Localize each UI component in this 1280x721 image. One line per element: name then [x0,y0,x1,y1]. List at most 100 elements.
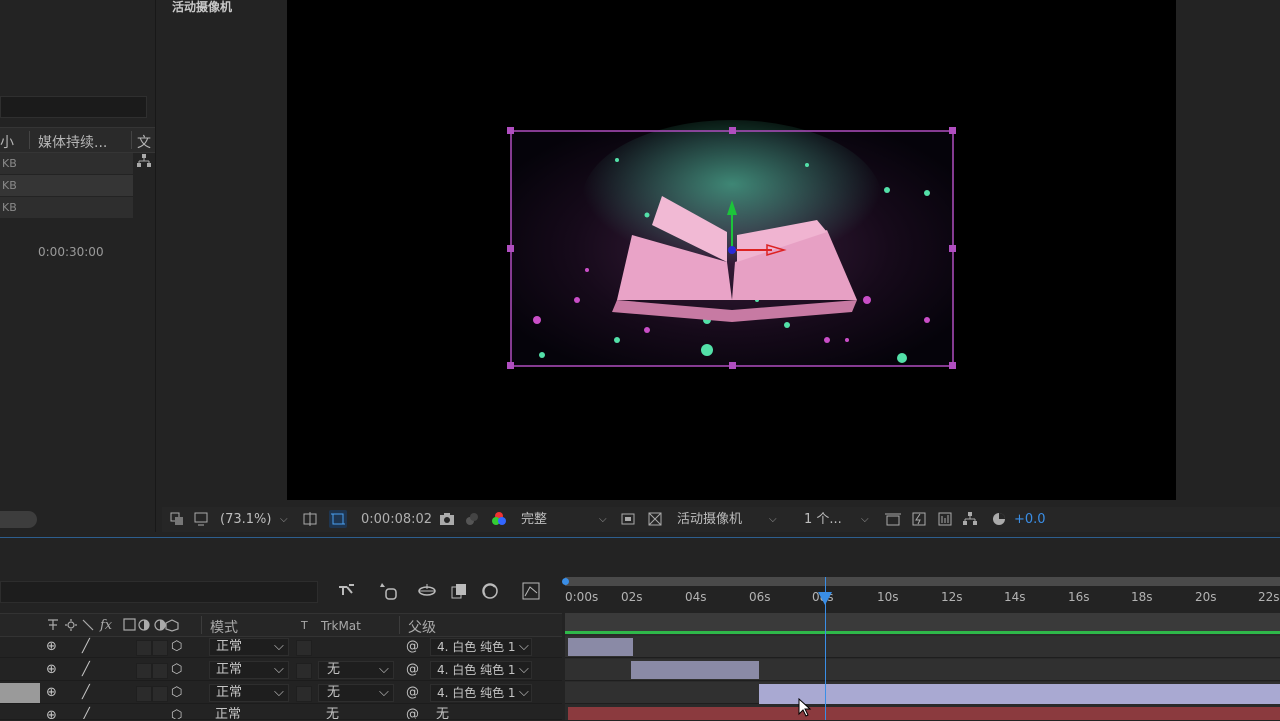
region-of-interest-icon[interactable] [329,510,347,528]
quality-switch-icon[interactable]: ╱ [82,636,90,658]
preserve-transparency-toggle[interactable] [296,686,312,702]
layer-row[interactable]: ⊕ ╱ ⬡ 正常 无 @ 无 [0,705,562,720]
layer-label-color[interactable] [0,683,40,703]
quality-switch-icon[interactable]: ╱ [82,659,90,681]
zoom-dropdown[interactable]: (73.1%) [220,507,271,532]
reset-exposure-icon[interactable] [992,512,1006,526]
work-area-bar[interactable] [565,577,1280,586]
show-snapshot-icon[interactable] [465,512,479,526]
fx-switch[interactable] [136,686,152,702]
quality-switch-icon[interactable]: ╱ [82,705,90,719]
column-media-duration[interactable]: 媒体持续... [38,132,107,152]
flowchart-icon[interactable] [137,154,151,168]
preserve-transparency-toggle[interactable] [296,640,312,656]
parent-value[interactable]: 无 [436,705,449,719]
exposure-value[interactable]: +0.0 [1014,507,1046,532]
fit-icon[interactable] [302,512,317,526]
layer-clip-selected[interactable] [759,684,1280,704]
toggle-pixel-icon[interactable] [885,512,901,526]
preserve-transparency-toggle[interactable] [296,663,312,679]
3d-layer-icon[interactable]: ⬡ [171,636,182,658]
parent-dropdown[interactable]: 4. 白色 纯色 1 ⌵ [430,684,532,702]
chevron-down-icon[interactable]: ⌵ [599,507,607,532]
current-time[interactable]: 0:00:08:02 [361,507,432,532]
composition-canvas[interactable] [287,0,1176,500]
camera-icon[interactable] [439,512,454,526]
fast-render-icon[interactable] [912,512,926,526]
resolution-dropdown[interactable]: 完整 [521,507,547,532]
work-area-start-handle[interactable] [562,578,569,585]
layer-clip[interactable] [631,661,759,679]
camera-view-dropdown[interactable]: 活动摄像机 [677,507,742,532]
t-column-header[interactable]: T [301,619,308,632]
project-row[interactable]: KB [0,175,133,196]
layer-clip[interactable] [568,638,633,656]
trkmat-column-header[interactable]: TrkMat [321,619,361,633]
chevron-down-icon[interactable]: ⌵ [280,507,288,532]
quality-switch-icon[interactable]: ╱ [82,682,90,704]
monitor-icon[interactable] [194,512,208,526]
parent-column-header[interactable]: 父级 [408,617,436,637]
parent-dropdown[interactable]: 4. 白色 纯色 1 ⌵ [430,661,532,679]
shy-switch-icon[interactable]: ⊕ [46,705,57,719]
motion-blur-icon[interactable] [481,583,499,599]
motion-blur-switch[interactable] [152,640,168,656]
trkmat-value[interactable]: 无 [326,705,339,719]
pickwhip-icon[interactable]: @ [406,636,419,658]
fx-switch[interactable] [136,663,152,679]
mode-column-header[interactable]: 模式 [210,617,238,637]
pickwhip-icon[interactable]: @ [406,659,419,681]
graph-editor-icon[interactable] [522,582,540,600]
view-layout-dropdown[interactable]: 1 个... [804,507,842,532]
comp-flowchart-icon[interactable] [963,512,977,526]
blend-mode-dropdown[interactable]: 正常 ⌵ [209,684,289,702]
shy-switch-icon[interactable]: ⊕ [46,636,57,658]
layer-row[interactable]: ⊕ ╱ ⬡ 正常 ⌵ 无 ⌵ @ 4. 白色 纯色 1 ⌵ [0,659,562,681]
frame-blending-icon[interactable] [451,583,467,599]
switches-icon-group: fx [46,618,186,633]
project-row[interactable]: KB [0,197,133,218]
blend-mode-value: 正常 [216,662,243,677]
color-channels-icon[interactable] [492,512,506,526]
motion-blur-switch[interactable] [152,686,168,702]
layer-row[interactable]: ⊕ ╱ ⬡ 正常 ⌵ 无 ⌵ @ 4. 白色 纯色 1 ⌵ [0,682,562,704]
shy-switch-icon[interactable]: ⊕ [46,682,57,704]
grid-icon[interactable] [170,512,184,526]
layer-row[interactable]: ⊕ ╱ ⬡ 正常 ⌵ @ 4. 白色 纯色 1 ⌵ [0,636,562,658]
shy-layers-icon[interactable] [418,583,436,599]
composition-mini-flowchart-icon[interactable] [338,583,356,599]
column-file[interactable]: 文 [137,132,151,152]
timeline-search-input[interactable] [0,581,318,603]
3d-layer-icon[interactable]: ⬡ [171,705,182,719]
blend-mode-value[interactable]: 正常 [215,705,241,719]
chevron-down-icon[interactable]: ⌵ [861,507,869,532]
parent-dropdown[interactable]: 4. 白色 纯色 1 ⌵ [430,638,532,656]
timeline-icon[interactable] [938,512,952,526]
work-area-row[interactable] [565,613,1280,631]
blend-mode-dropdown[interactable]: 正常 ⌵ [209,661,289,679]
project-search-input[interactable] [0,96,147,118]
trkmat-dropdown[interactable]: 无 ⌵ [318,684,394,702]
3d-layer-icon[interactable]: ⬡ [171,682,182,704]
draft-3d-icon[interactable] [378,581,398,601]
chevron-down-icon: ⌵ [274,662,284,677]
blend-mode-dropdown[interactable]: 正常 ⌵ [209,638,289,656]
layer-clip-red[interactable] [568,707,1280,720]
chevron-down-icon[interactable]: ⌵ [769,507,777,532]
mouse-cursor-icon [798,697,812,718]
project-row[interactable]: KB [0,153,133,174]
chevron-down-icon: ⌵ [274,685,284,700]
trkmat-dropdown[interactable]: 无 ⌵ [318,661,394,679]
transparency-grid-icon[interactable] [648,512,662,526]
pickwhip-icon[interactable]: @ [406,705,419,719]
column-size[interactable]: 小 [0,132,14,152]
project-scrollbar[interactable] [0,511,37,528]
shy-switch-icon[interactable]: ⊕ [46,659,57,681]
layer-track[interactable] [565,636,1280,658]
fast-preview-icon[interactable] [621,512,635,526]
motion-blur-switch[interactable] [152,663,168,679]
3d-layer-icon[interactable]: ⬡ [171,659,182,681]
pickwhip-icon[interactable]: @ [406,682,419,704]
playhead-handle[interactable] [818,592,832,605]
fx-switch[interactable] [136,640,152,656]
